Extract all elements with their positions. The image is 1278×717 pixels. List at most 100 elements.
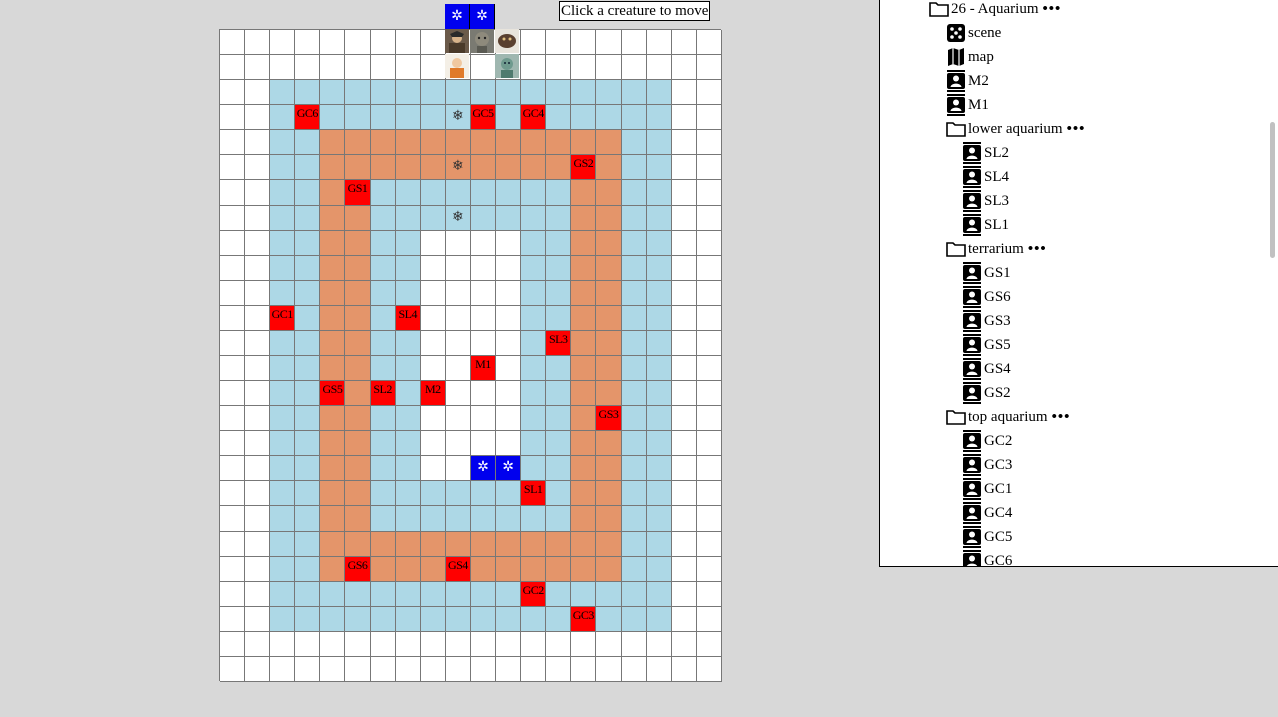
tree-item[interactable]: GC4 xyxy=(962,501,1012,525)
grid-cell[interactable] xyxy=(621,230,647,256)
grid-cell[interactable] xyxy=(596,456,622,482)
grid-cell[interactable] xyxy=(320,456,346,482)
grid-cell[interactable] xyxy=(320,330,346,357)
grid-cell[interactable] xyxy=(671,255,697,281)
grid-cell[interactable] xyxy=(696,531,722,557)
grid-cell[interactable] xyxy=(395,155,421,181)
grid-cell[interactable] xyxy=(496,556,522,582)
grid-cell[interactable] xyxy=(521,205,547,231)
tree-item[interactable]: GC5 xyxy=(962,525,1012,549)
grid-cell[interactable] xyxy=(295,80,321,106)
tree-item[interactable]: SL2 xyxy=(962,141,1009,165)
grid-cell[interactable] xyxy=(646,481,672,507)
more-options-icon[interactable]: ••• xyxy=(1043,1,1062,18)
grid-cell[interactable] xyxy=(496,230,522,256)
grid-cell[interactable] xyxy=(370,356,396,382)
grid-cell[interactable] xyxy=(245,456,271,482)
grid-cell[interactable] xyxy=(420,456,446,482)
grid-cell[interactable] xyxy=(646,80,672,106)
snowflake-icon[interactable]: ❄ xyxy=(445,205,471,231)
grid-cell[interactable] xyxy=(571,105,597,131)
grid-cell[interactable] xyxy=(646,356,672,382)
grid-cell[interactable] xyxy=(420,280,446,306)
grid-cell[interactable] xyxy=(571,80,597,106)
tree-item[interactable]: GS3 xyxy=(962,309,1011,333)
grid-cell[interactable] xyxy=(320,55,346,81)
grid-cell[interactable] xyxy=(270,155,296,181)
grid-cell[interactable] xyxy=(546,406,572,432)
grid-cell[interactable] xyxy=(345,431,371,457)
grid-cell[interactable] xyxy=(621,55,647,81)
grid-cell[interactable] xyxy=(496,180,522,206)
grid-cell[interactable] xyxy=(671,531,697,557)
grid-cell[interactable] xyxy=(671,130,697,156)
grid-cell[interactable] xyxy=(596,330,622,357)
grid-cell[interactable] xyxy=(395,456,421,482)
grid-cell[interactable] xyxy=(671,481,697,507)
creature-token[interactable]: M2 xyxy=(420,381,446,407)
grid-cell[interactable] xyxy=(245,356,271,382)
grid-cell[interactable] xyxy=(696,180,722,206)
grid-cell[interactable] xyxy=(696,230,722,256)
grid-cell[interactable] xyxy=(320,230,346,256)
grid-cell[interactable] xyxy=(646,581,672,607)
grid-cell[interactable] xyxy=(420,130,446,156)
grid-cell[interactable] xyxy=(671,280,697,306)
more-options-icon[interactable]: ••• xyxy=(1052,409,1071,426)
grid-cell[interactable] xyxy=(295,305,321,331)
grid-cell[interactable] xyxy=(496,531,522,557)
grid-cell[interactable] xyxy=(420,556,446,582)
grid-cell[interactable] xyxy=(470,280,497,306)
grid-cell[interactable] xyxy=(621,130,647,156)
grid-cell[interactable] xyxy=(646,255,672,281)
grid-cell[interactable] xyxy=(345,30,371,56)
grid-cell[interactable] xyxy=(470,581,497,607)
grid-cell[interactable] xyxy=(696,305,722,331)
grid-cell[interactable] xyxy=(571,481,597,507)
grid-cell[interactable] xyxy=(420,506,446,532)
grid-cell[interactable] xyxy=(546,230,572,256)
grid-cell[interactable] xyxy=(220,55,246,81)
grid-cell[interactable] xyxy=(571,230,597,256)
grid-cell[interactable] xyxy=(671,431,697,457)
grid-cell[interactable] xyxy=(646,631,672,657)
grid-cell[interactable] xyxy=(245,431,271,457)
grid-cell[interactable] xyxy=(395,80,421,106)
grid-cell[interactable] xyxy=(470,506,497,532)
grid-cell[interactable] xyxy=(295,330,321,357)
grid-cell[interactable] xyxy=(345,606,371,632)
grid-cell[interactable] xyxy=(345,230,371,256)
grid-cell[interactable] xyxy=(596,180,622,206)
grid-cell[interactable] xyxy=(320,581,346,607)
grid-cell[interactable] xyxy=(420,180,446,206)
grid-cell[interactable] xyxy=(671,606,697,632)
grid-cell[interactable] xyxy=(395,631,421,657)
grid-cell[interactable] xyxy=(596,205,622,231)
grid-cell[interactable] xyxy=(671,305,697,331)
grid-cell[interactable] xyxy=(521,130,547,156)
grid-cell[interactable] xyxy=(270,105,296,131)
monk-portrait[interactable] xyxy=(445,54,469,78)
grid-cell[interactable] xyxy=(445,330,471,357)
grid-cell[interactable] xyxy=(621,80,647,106)
grid-cell[interactable] xyxy=(245,406,271,432)
grid-cell[interactable] xyxy=(546,205,572,231)
grid-cell[interactable] xyxy=(621,431,647,457)
grid-cell[interactable] xyxy=(245,105,271,131)
grid-cell[interactable] xyxy=(295,431,321,457)
grid-cell[interactable] xyxy=(646,230,672,256)
creature-token[interactable]: GS5 xyxy=(320,381,346,407)
grid-cell[interactable] xyxy=(470,606,497,632)
blue-marker-cell[interactable]: ✲ xyxy=(496,456,522,482)
grid-cell[interactable] xyxy=(671,80,697,106)
grid-cell[interactable] xyxy=(395,105,421,131)
grid-cell[interactable] xyxy=(220,631,246,657)
grid-cell[interactable] xyxy=(571,55,597,81)
grid-cell[interactable] xyxy=(696,105,722,131)
tree-item[interactable]: map xyxy=(946,45,994,69)
grid-cell[interactable] xyxy=(220,381,246,407)
grid-cell[interactable] xyxy=(571,205,597,231)
grid-cell[interactable] xyxy=(445,631,471,657)
grid-cell[interactable] xyxy=(345,456,371,482)
grid-cell[interactable] xyxy=(395,55,421,81)
